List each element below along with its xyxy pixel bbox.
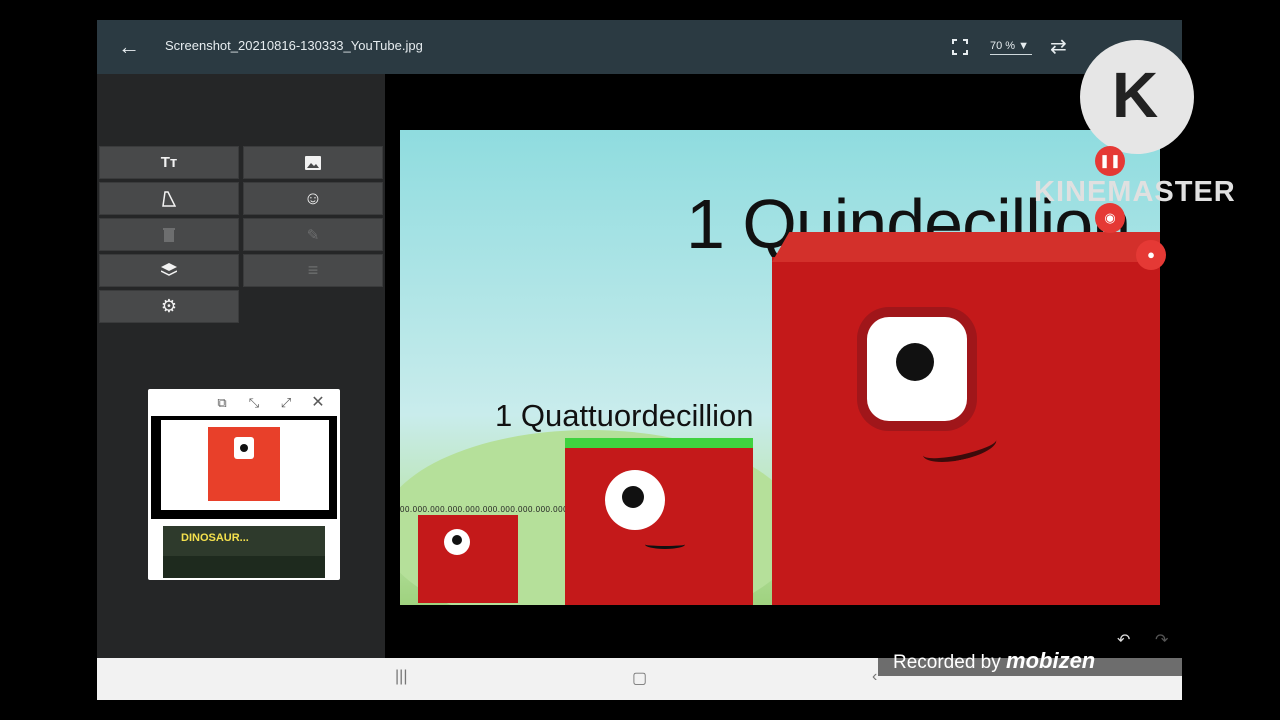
- home-icon: ▢: [632, 670, 648, 687]
- pause-icon: ❚❚: [1099, 153, 1121, 168]
- text-icon: Tт: [160, 154, 178, 171]
- home-nav-button[interactable]: ▢: [632, 668, 647, 688]
- zoom-select[interactable]: 70 % ▼: [990, 40, 1032, 55]
- mobizen-brand: mobizen: [1006, 648, 1096, 673]
- shrink-icon[interactable]: ⤡: [247, 396, 261, 410]
- top-toolbar: ← Screenshot_20210816-130333_YouTube.jpg…: [97, 20, 1182, 74]
- delete-icon: [163, 228, 175, 242]
- settings-button[interactable]: ⚙: [99, 290, 239, 323]
- kinemaster-logo: K: [1080, 40, 1194, 154]
- kinemaster-k: K: [1112, 59, 1159, 131]
- crop-tool-button[interactable]: [99, 182, 239, 215]
- emoji-icon: ☺: [303, 188, 323, 208]
- recents-icon: |||: [395, 668, 408, 685]
- back-nav-icon: ‹: [872, 668, 878, 685]
- file-title: Screenshot_20210816-130333_YouTube.jpg: [165, 38, 423, 53]
- fullscreen-button[interactable]: [952, 39, 968, 55]
- pencil-icon: ✎: [306, 226, 320, 244]
- back-nav-button[interactable]: ‹: [872, 668, 877, 686]
- image-viewer-app: ← Screenshot_20210816-130333_YouTube.jpg…: [97, 20, 1182, 700]
- fullscreen-icon: [952, 39, 968, 55]
- menu-button[interactable]: ≡: [243, 254, 383, 287]
- quattuordecillion-label: 1 Quattuordecillion: [495, 398, 754, 433]
- zoom-value: 70 %: [990, 40, 1016, 52]
- pause-record-button[interactable]: ❚❚: [1095, 146, 1125, 176]
- chevron-down-icon: ▼: [1018, 40, 1030, 52]
- arrow-left-icon: ←: [118, 34, 140, 59]
- recorded-by-text: Recorded by: [893, 652, 1001, 673]
- camera-icon: ◉: [1104, 210, 1116, 225]
- menu-icon: ≡: [307, 260, 319, 280]
- text-tool-button[interactable]: Tт: [99, 146, 239, 179]
- copy-icon[interactable]: ⧉: [215, 396, 229, 410]
- picture-in-picture-window[interactable]: ⧉ ⤡ ⤢ ✕ DINOSAUR...: [148, 389, 340, 580]
- edit-button[interactable]: ✎: [243, 218, 383, 251]
- close-icon[interactable]: ✕: [311, 395, 325, 411]
- swap-icon: ⇄: [1050, 36, 1067, 58]
- crop-icon: [162, 190, 176, 207]
- small-red-block: [418, 515, 518, 603]
- recorder-watermark: Recorded by mobizen: [878, 646, 1182, 676]
- back-button[interactable]: ←: [115, 33, 143, 61]
- tools-panel: Tт ☺ ✎ ≡ ⚙ ⧉ ⤡ ⤢ ✕ DINOSAUR...: [97, 74, 385, 658]
- kinemaster-watermark: KINEMASTER: [1034, 176, 1236, 208]
- pip-overlay-text: DINOSAUR...: [181, 532, 249, 544]
- recents-nav-button[interactable]: |||: [395, 668, 407, 686]
- swap-button[interactable]: ⇄: [1050, 34, 1067, 59]
- image-icon: [305, 155, 321, 170]
- facecam-button[interactable]: ●: [1136, 240, 1166, 270]
- medium-red-block: [565, 448, 753, 605]
- layers-button[interactable]: [99, 254, 239, 287]
- webcam-icon: ●: [1147, 247, 1155, 262]
- expand-icon[interactable]: ⤢: [279, 396, 293, 410]
- pip-video-secondary: DINOSAUR...: [163, 526, 325, 578]
- settings-icon: ⚙: [160, 296, 178, 316]
- image-tool-button[interactable]: [243, 146, 383, 179]
- large-red-block: [772, 232, 1160, 605]
- pip-video: [151, 416, 337, 519]
- layers-icon: [161, 263, 177, 276]
- emoji-tool-button[interactable]: ☺: [243, 182, 383, 215]
- screenshot-button[interactable]: ◉: [1095, 203, 1125, 233]
- delete-button[interactable]: [99, 218, 239, 251]
